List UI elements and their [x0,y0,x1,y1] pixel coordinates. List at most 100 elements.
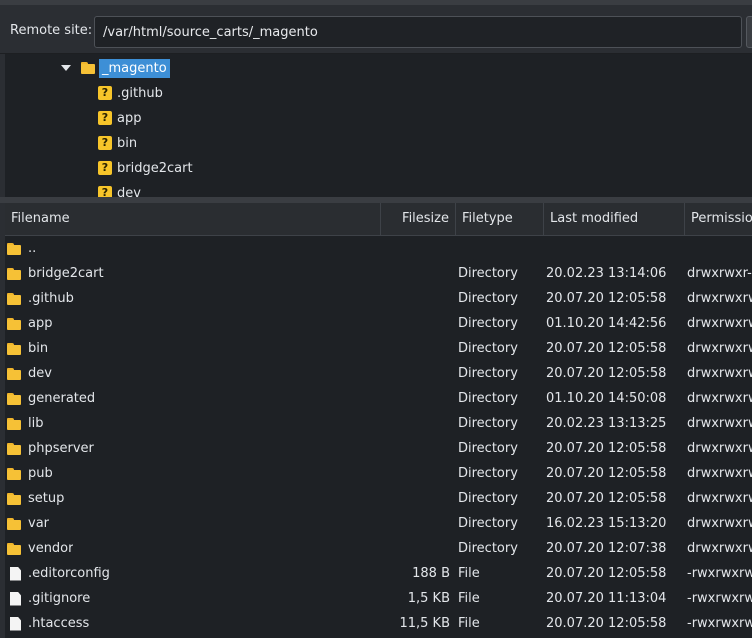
file-size: 11,5 KB [399,616,450,631]
file-size [380,236,450,261]
file-size [380,511,450,536]
tree-item-label: bridge2cart [117,160,193,176]
file-last-modified: 20.07.20 12:05:58 [546,341,667,356]
file-permissions: drwxrwxrw [687,416,752,431]
file-row[interactable]: var Directory 16.02.23 15:13:20 drwxrwxrw [5,511,752,536]
file-row-icon-cell [7,511,23,536]
file-row-icon-cell [7,361,23,386]
folder-icon [7,242,23,255]
file-row-icon-cell [7,236,23,261]
file-size [380,361,450,386]
folder-icon [7,492,23,505]
file-row[interactable]: .. [5,236,752,261]
file-row[interactable]: app Directory 01.10.20 14:42:56 drwxrwxrw [5,311,752,336]
tree-item-root[interactable]: _magento [61,57,170,79]
file-row[interactable]: lib Directory 20.02.23 13:13:25 drwxrwxrw [5,411,752,436]
remote-path-input[interactable] [94,16,742,48]
folder-icon [7,417,23,430]
file-last-modified: 20.07.20 12:05:58 [546,616,667,631]
file-type: Directory [458,491,518,506]
file-type: File [458,591,480,606]
file-last-modified: 20.07.20 12:05:58 [546,366,667,381]
file-last-modified: 16.02.23 15:13:20 [546,516,667,531]
file-name: .. [28,241,37,256]
remote-path-dropdown-button[interactable] [746,16,752,48]
folder-icon [7,467,23,480]
file-row[interactable]: vendor Directory 20.07.20 12:07:38 drwxrwxr… [5,536,752,561]
file-permissions: drwxrwxrw [687,441,752,456]
file-row-icon-cell [7,536,23,561]
file-permissions: drwxrwxrw [687,466,752,481]
file-row-icon-cell [7,611,23,636]
file-name: bridge2cart [28,266,104,281]
folder-icon [7,517,23,530]
tree-item[interactable]: ? .github [98,82,163,104]
file-row[interactable]: bin Directory 20.07.20 12:05:58 drwxrwxrw [5,336,752,361]
file-permissions: -rwxrwxrw [687,616,752,631]
file-permissions: drwxrwxrw [687,491,752,506]
file-row[interactable]: .gitignore 1,5 KB File 20.07.20 11:13:04 -rw… [5,586,752,611]
tree-item-label: dev [117,185,141,198]
column-header-filetype[interactable]: Filetype [456,203,544,235]
file-icon [10,591,21,606]
column-header-filesize[interactable]: Filesize [381,203,456,235]
file-permissions: drwxrwxrw [687,291,752,306]
folder-icon [7,442,23,455]
file-row-icon-cell [7,336,23,361]
file-name: .editorconfig [28,566,110,581]
tree-item[interactable]: ? bin [98,132,137,154]
column-header-last-modified[interactable]: Last modified [544,203,685,235]
file-type: Directory [458,266,518,281]
file-row[interactable]: .htaccess 11,5 KB File 20.07.20 12:05:58 -rw… [5,611,752,636]
remote-directory-tree[interactable]: _magento ? .github ? app ? bin ? bridge2… [5,54,752,197]
unknown-folder-icon: ? [98,111,112,125]
file-row-icon-cell [7,386,23,411]
tree-item[interactable]: ? bridge2cart [98,157,193,179]
file-name: generated [28,391,96,406]
file-type: Directory [458,391,518,406]
file-last-modified: 20.02.23 13:13:25 [546,416,667,431]
folder-icon [7,267,23,280]
file-name: pub [28,466,53,481]
file-type: Directory [458,441,518,456]
file-row[interactable]: .editorconfig 188 B File 20.07.20 12:05:58 -… [5,561,752,586]
unknown-folder-icon: ? [98,186,112,197]
file-list-header: Filename Filesize Filetype Last modified… [5,203,752,236]
file-row[interactable]: setup Directory 20.07.20 12:05:58 drwxrwxrw [5,486,752,511]
tree-item[interactable]: ? dev [98,182,141,197]
remote-site-bar: Remote site: [0,5,752,54]
file-row[interactable]: generated Directory 01.10.20 14:50:08 drwxr… [5,386,752,411]
column-header-permissions[interactable]: Permissio [685,203,752,235]
unknown-folder-icon: ? [98,161,112,175]
file-last-modified: 20.02.23 13:14:06 [546,266,667,281]
file-type: Directory [458,341,518,356]
file-row[interactable]: dev Directory 20.07.20 12:05:58 drwxrwxrw [5,361,752,386]
file-size [380,486,450,511]
expand-arrow-icon[interactable] [61,65,71,71]
unknown-folder-icon: ? [98,86,112,100]
remote-site-label: Remote site: [10,23,93,38]
file-permissions [687,236,752,261]
file-row[interactable]: phpserver Directory 20.07.20 12:05:58 drwxr… [5,436,752,461]
file-name: lib [28,416,44,431]
column-header-filename[interactable]: Filename [5,203,381,235]
tree-item-label: _magento [99,58,170,78]
file-row-icon-cell [7,461,23,486]
file-size [380,286,450,311]
remote-file-list[interactable]: Filename Filesize Filetype Last modified… [5,203,752,638]
file-last-modified: 20.07.20 12:05:58 [546,441,667,456]
folder-icon [7,542,23,555]
file-row-icon-cell [7,586,23,611]
file-name: app [28,316,53,331]
tree-item[interactable]: ? app [98,107,141,129]
file-type: Directory [458,466,518,481]
file-permissions: -rwxrwxrw [687,566,752,581]
file-row[interactable]: .github Directory 20.07.20 12:05:58 drwxrwx… [5,286,752,311]
file-name: bin [28,341,49,356]
file-row[interactable]: pub Directory 20.07.20 12:05:58 drwxrwxrw [5,461,752,486]
folder-icon [7,342,23,355]
file-row-icon-cell [7,261,23,286]
file-permissions: drwxrwxrw [687,366,752,381]
file-row-icon-cell [7,561,23,586]
file-row[interactable]: bridge2cart Directory 20.02.23 13:14:06 drw… [5,261,752,286]
